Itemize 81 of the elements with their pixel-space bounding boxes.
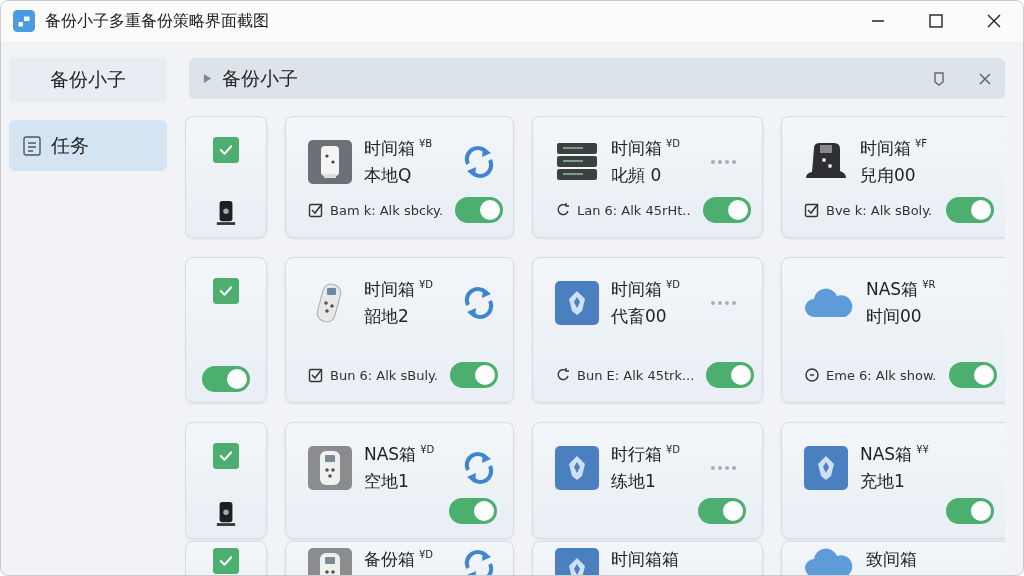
task-card[interactable]: 备份箱 $^{¥D}$ — [285, 541, 514, 575]
close-icon — [986, 13, 1002, 29]
task-subtitle: 叱頻 0 — [611, 164, 663, 187]
toggle-switch[interactable] — [450, 362, 498, 388]
task-card[interactable]: NAS箱 $^{¥R}$ 时间00 Eme 6: Alk show. — [781, 257, 1005, 403]
window-title: 备份小子多重备份策略界面截图 — [45, 10, 269, 32]
app-icon — [13, 10, 35, 32]
task-title: 备份箱 $^{¥D}$ — [364, 548, 435, 571]
task-card[interactable]: 时行箱 $^{¥D}$ 练地1 — [532, 422, 763, 539]
refresh-icon — [555, 367, 571, 383]
task-card[interactable]: 致间箱 — [781, 541, 1005, 575]
checkbox[interactable] — [213, 443, 239, 469]
task-card[interactable]: 时间箱 $^{¥F}$ 兒甪00 Bve k: Alk sBoly. — [781, 116, 1005, 238]
checkbox[interactable] — [213, 278, 239, 304]
remote-icon — [308, 446, 352, 490]
task-title: 时间箱箱 — [611, 548, 680, 571]
checkbox-icon — [804, 202, 820, 218]
task-card[interactable]: 时间箱箱 — [532, 541, 763, 575]
task-title: NAS箱 $^{¥R}$ — [866, 278, 937, 301]
task-subtitle: 兒甪00 — [860, 164, 917, 187]
toggle-switch[interactable] — [449, 498, 497, 524]
task-title: 时间箱 $^{¥D}$ — [611, 137, 682, 160]
task-card[interactable]: NAS箱 $^{¥D}$ 空地1 — [285, 422, 514, 539]
checkbox[interactable] — [213, 548, 239, 574]
document-icon — [23, 135, 41, 156]
cloud-icon — [804, 548, 854, 575]
task-card[interactable]: 时间箱 $^{¥B}$ 本地Q Bam k: Alk sbcky. — [285, 116, 514, 238]
task-card[interactable]: 时间箱 $^{¥D}$ 韶地2 Bun 6: Alk sBuly. — [285, 257, 514, 403]
task-subtitle: 空地1 — [364, 470, 410, 493]
task-title: NAS箱 $^{¥¥}$ — [860, 443, 930, 466]
task-title: 致间箱 — [866, 548, 918, 571]
checkbox-icon — [308, 202, 324, 218]
maximize-icon — [928, 13, 944, 29]
task-title: 时行箱 $^{¥D}$ — [611, 443, 682, 466]
task-subtitle: 韶地2 — [364, 305, 410, 328]
more-icon[interactable] — [710, 159, 738, 165]
status-text: Lan 6: Alk 45rHt.. — [577, 202, 691, 218]
status-text: Bve k: Alk sBoly. — [826, 202, 933, 218]
more-icon[interactable] — [710, 300, 738, 306]
task-title: NAS箱 $^{¥D}$ — [364, 443, 436, 466]
task-card[interactable]: NAS箱 $^{¥¥}$ 充地1 — [781, 422, 1005, 539]
shield-app-icon — [804, 446, 848, 490]
task-card[interactable]: 时间箱 $^{¥D}$ 叱頻 0 Lan 6: Alk 45rHt.. — [532, 116, 763, 238]
toggle-switch[interactable] — [702, 197, 751, 223]
close-icon[interactable] — [977, 70, 993, 87]
cloud-icon — [804, 288, 854, 318]
toggle-switch[interactable] — [946, 197, 994, 223]
breadcrumb-text: 备份小子 — [222, 65, 298, 91]
toggle-switch[interactable] — [202, 366, 250, 392]
checkbox-icon — [308, 367, 324, 383]
minimize-icon — [872, 20, 884, 22]
task-subtitle: 代畜00 — [611, 305, 668, 328]
pin-icon[interactable] — [931, 70, 947, 87]
status-text: Eme 6: Alk show. — [826, 367, 937, 383]
device-icon — [215, 500, 237, 528]
more-icon[interactable] — [710, 465, 738, 471]
shield-app-icon — [555, 281, 599, 325]
refresh-icon — [555, 202, 571, 218]
task-subtitle: 本地Q — [364, 164, 413, 187]
task-title: 时间箱 $^{¥B}$ — [364, 137, 434, 160]
task-subtitle: 练地1 — [611, 470, 657, 493]
status-text: Bun E: Alk 45trk... — [577, 367, 695, 383]
task-title: 时间箱 $^{¥D}$ — [611, 278, 682, 301]
task-title: 时间箱 $^{¥D}$ — [364, 278, 435, 301]
toggle-switch[interactable] — [946, 498, 994, 524]
toggle-switch[interactable] — [948, 362, 997, 388]
toggle-switch[interactable] — [698, 498, 746, 524]
status-text: Bun 6: Alk sBuly. — [330, 367, 438, 383]
task-subtitle: 时间00 — [866, 305, 923, 328]
sidebar-item[interactable]: 任务 — [9, 120, 167, 171]
toggle-switch[interactable] — [455, 197, 504, 223]
toggle-switch[interactable] — [706, 362, 755, 388]
shield-app-icon — [555, 446, 599, 490]
expand-icon[interactable] — [203, 73, 212, 84]
task-title: 时间箱 $^{¥F}$ — [860, 137, 929, 160]
sidebar-item[interactable]: 备份小子 — [9, 57, 167, 103]
checkbox[interactable] — [213, 137, 239, 163]
status-text: Bam k: Alk sbcky. — [330, 202, 444, 218]
device-icon — [215, 199, 237, 227]
task-card[interactable]: 时间箱 $^{¥D}$ 代畜00 Bun E: Alk 45trk... — [532, 257, 763, 403]
task-subtitle: 充地1 — [860, 470, 906, 493]
